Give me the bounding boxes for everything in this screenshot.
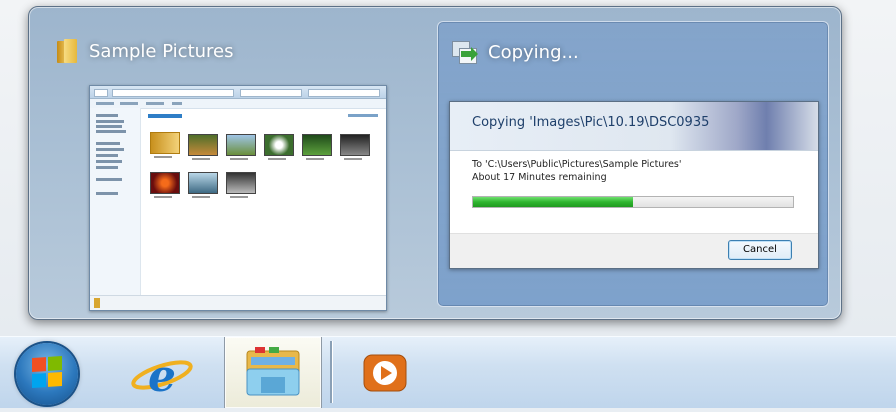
copy-destination-text: To 'C:\Users\Public\Pictures\Sample Pict… (472, 159, 682, 170)
preview-navigation-pane (90, 108, 141, 296)
preview-photo-tile (340, 134, 370, 156)
copy-progress-fill (473, 197, 633, 207)
preview-photo-tile (226, 172, 256, 194)
media-player-icon (363, 354, 407, 392)
preview-content-pane (142, 108, 386, 296)
preview-photo-tile (188, 172, 218, 194)
thumbnail-title-bar: Copying... (452, 38, 579, 66)
windows-explorer-icon (246, 347, 300, 396)
thumbnail-sample-pictures[interactable]: Sample Pictures (43, 21, 413, 311)
taskbar-internet-explorer[interactable]: e (122, 337, 202, 408)
taskbar-separator (330, 341, 332, 403)
preview-photo-tile (188, 134, 218, 156)
explorer-window-preview (89, 85, 387, 311)
taskbar: e (0, 336, 896, 408)
preview-folder-tile (150, 132, 180, 154)
copy-progress-bar (472, 196, 794, 208)
cancel-button[interactable]: Cancel (728, 240, 792, 260)
thumbnail-title: Sample Pictures (89, 40, 234, 62)
time-remaining-text: About 17 Minutes remaining (472, 172, 607, 183)
copy-files-icon (452, 41, 478, 64)
preview-photo-tile (226, 134, 256, 156)
folder-icon (57, 39, 79, 63)
copy-dialog-footer: Cancel (450, 233, 818, 268)
preview-photo-tile (302, 134, 332, 156)
preview-address-bar (90, 86, 386, 99)
preview-photo-tile (264, 134, 294, 156)
taskbar-windows-explorer[interactable] (224, 337, 322, 408)
copy-dialog-heading: Copying 'Images\Pic\10.19\DSC0935 (472, 115, 710, 130)
thumbnail-title: Copying... (488, 41, 579, 63)
copy-dialog-details: To 'C:\Users\Public\Pictures\Sample Pict… (472, 158, 681, 184)
preview-photo-tile (150, 172, 180, 194)
thumbnail-title-bar: Sample Pictures (57, 37, 234, 65)
taskbar-preview-popup: Sample Pictures Copying... Copying 'Imag… (28, 6, 842, 320)
internet-explorer-icon: e (131, 351, 193, 402)
taskbar-windows-media-player[interactable] (348, 337, 428, 408)
preview-status-bar (90, 295, 386, 310)
windows-start-orb-icon[interactable] (16, 343, 78, 405)
svg-text:e: e (148, 351, 176, 402)
copy-dialog-preview: Copying 'Images\Pic\10.19\DSC0935 To 'C:… (449, 101, 819, 269)
copy-dialog-header: Copying 'Images\Pic\10.19\DSC0935 (450, 102, 818, 151)
